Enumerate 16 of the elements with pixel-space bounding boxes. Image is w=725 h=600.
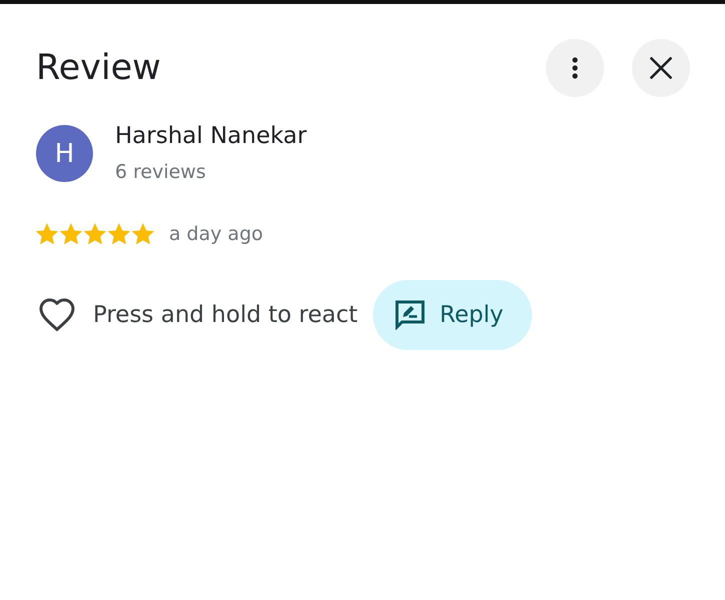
heart-icon[interactable]: [38, 298, 76, 332]
reviewer-name[interactable]: Harshal Nanekar: [115, 122, 307, 150]
star-icon: [107, 222, 131, 246]
more-vertical-icon: [572, 57, 578, 79]
message-edit-icon: [394, 300, 425, 330]
review-count: 6 reviews: [115, 160, 207, 184]
star-icon: [83, 222, 107, 246]
avatar-initial[interactable]: H: [36, 125, 93, 182]
react-hint: Press and hold to react: [93, 301, 358, 329]
reply-button[interactable]: Reply: [372, 280, 532, 350]
close-icon: [650, 57, 672, 79]
dialog-title: Review: [35, 47, 161, 89]
star-icon: [59, 222, 83, 246]
review-time: a day ago: [169, 222, 263, 246]
star-icon: [131, 222, 155, 246]
star-icon: [35, 222, 59, 246]
